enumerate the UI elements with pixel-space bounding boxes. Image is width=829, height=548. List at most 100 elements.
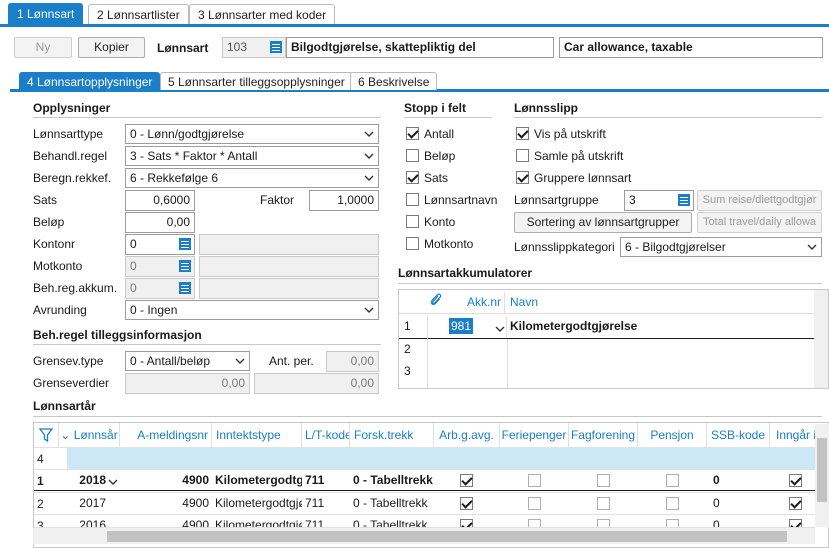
akknr-cell[interactable]: 981 xyxy=(427,316,507,337)
grensev-label: Grensev.type xyxy=(33,354,104,368)
stopp-belop-checkbox[interactable] xyxy=(406,149,419,162)
ltkode-cell[interactable]: 711 xyxy=(302,470,350,491)
col-navn-header[interactable]: Navn xyxy=(510,292,710,313)
samle-label: Samle på utskrift xyxy=(534,149,624,163)
tab-lonnsart[interactable]: 1 Lønnsart xyxy=(8,3,84,24)
filter-icon[interactable] xyxy=(34,423,59,447)
section-title-akkumulatorer: Lønnsartakkumulatorer xyxy=(398,266,533,280)
table-vertical-scrollbar[interactable] xyxy=(815,424,829,527)
lonnsar-cell[interactable]: 2017 xyxy=(59,493,120,514)
chevron-down-icon xyxy=(364,305,374,315)
grense1-input[interactable]: 0,00 xyxy=(125,373,250,394)
table-row[interactable]: 1 2018 4900 Kilometergodtg 711 0 - Tabel… xyxy=(34,469,828,491)
lookup-icon[interactable] xyxy=(177,280,193,296)
kontonr-name xyxy=(199,234,379,255)
pensjon-checkbox[interactable] xyxy=(666,474,679,487)
tab-beskrivelse[interactable]: 6 Beskrivelse xyxy=(350,72,438,90)
ltkode-cell[interactable]: 711 xyxy=(302,493,350,514)
arbgavg-checkbox[interactable] xyxy=(460,474,473,487)
inntektstype-cell[interactable]: Kilometergodtgjør xyxy=(212,493,302,514)
kategori-select[interactable]: 6 - Bilgodtgjørelser xyxy=(620,237,822,257)
scroll-thumb[interactable] xyxy=(107,531,787,542)
scroll-thumb[interactable] xyxy=(817,438,827,502)
feriepenger-checkbox[interactable] xyxy=(528,497,541,510)
beregn-select[interactable]: 6 - Rekkefølge 6 xyxy=(125,168,379,188)
feriepenger-checkbox[interactable] xyxy=(528,474,541,487)
grensev-value: 0 - Antall/beløp xyxy=(130,354,211,368)
lookup-icon[interactable] xyxy=(268,39,284,55)
lonnsarttype-select[interactable]: 0 - Lønn/godtgjørelse xyxy=(125,124,379,144)
sum-reise-button[interactable]: Sum reise/diettgodtgjør xyxy=(697,190,822,211)
stopp-antall-label: Antall xyxy=(424,127,455,141)
col-feriepenger-header[interactable]: Feriepenger xyxy=(500,423,569,447)
grid-scrollbar[interactable] xyxy=(814,290,828,388)
behreg-label: Beh.reg.akkum. xyxy=(33,281,118,295)
sortering-button[interactable]: Sortering av lønnsartgrupper xyxy=(514,212,692,233)
col-lonnsar-header[interactable]: ⌄ Lønnsår xyxy=(59,423,120,447)
gruppe-label: Lønnsartgruppe xyxy=(514,193,599,207)
copy-button[interactable]: Kopier xyxy=(78,37,145,58)
ssbkode-cell[interactable]: 0 xyxy=(710,493,770,514)
lonnsart-name-no[interactable]: Bilgodtgjørelse, skattepliktig del xyxy=(286,37,554,58)
inngar-checkbox[interactable] xyxy=(789,497,802,510)
stopp-lonnsartnavn-checkbox[interactable] xyxy=(406,193,419,206)
grensev-select[interactable]: 0 - Antall/beløp xyxy=(125,351,250,371)
stopp-sats-checkbox[interactable] xyxy=(406,171,419,184)
grense2-input[interactable]: 0,00 xyxy=(254,373,379,394)
total-travel-button[interactable]: Total travel/daily allowa xyxy=(697,212,822,233)
amelding-cell[interactable]: 4900 xyxy=(120,470,212,491)
lookup-icon[interactable] xyxy=(177,258,193,274)
col-pensjon-header[interactable]: Pensjon xyxy=(638,423,707,447)
forsktrekk-cell[interactable]: 0 - Tabelltrekk xyxy=(350,470,434,491)
row-number: 1 xyxy=(404,319,411,333)
col-fagforening-header[interactable]: Fagforening xyxy=(569,423,638,447)
chevron-down-icon xyxy=(235,356,245,366)
behandl-select[interactable]: 3 - Sats * Faktor * Antall xyxy=(125,146,379,166)
stopp-konto-checkbox[interactable] xyxy=(406,215,419,228)
vis-checkbox[interactable] xyxy=(516,127,529,140)
lonnsart-name-en[interactable]: Car allowance, taxable xyxy=(559,37,823,58)
table-row[interactable]: 2 2017 4900 Kilometergodtgjør 711 0 - Ta… xyxy=(34,492,828,514)
chevron-down-icon[interactable] xyxy=(495,320,505,337)
stopp-motkonto-checkbox[interactable] xyxy=(406,237,419,250)
sats-input[interactable]: 0,6000 xyxy=(125,190,195,211)
col-forsktrekk-header[interactable]: Forsk.trekk xyxy=(350,423,434,447)
faktor-input[interactable]: 1,0000 xyxy=(309,190,379,211)
kategori-value: 6 - Bilgodtgjørelser xyxy=(625,240,726,254)
stopp-belop-label: Beløp xyxy=(424,149,456,163)
gruppere-checkbox[interactable] xyxy=(516,171,529,184)
lookup-icon[interactable] xyxy=(177,236,193,252)
lonnsarttype-label: Lønnsarttype xyxy=(33,127,104,141)
pensjon-checkbox[interactable] xyxy=(666,497,679,510)
stopp-lonnsartnavn-label: Lønnsartnavn xyxy=(424,193,498,207)
col-amelding-header[interactable]: A-meldingsnr xyxy=(120,423,212,447)
table-horizontal-scrollbar[interactable] xyxy=(33,527,815,544)
tab-lonnsarter-med-koder[interactable]: 3 Lønnsarter med koder xyxy=(189,4,336,24)
antper-input[interactable]: 0,00 xyxy=(326,351,379,372)
lookup-icon[interactable] xyxy=(676,192,692,208)
col-arbgavg-header[interactable]: Arb.g.avg. xyxy=(434,423,500,447)
inngar-checkbox[interactable] xyxy=(789,474,802,487)
belop-input[interactable]: 0,00 xyxy=(125,212,195,233)
fagforening-checkbox[interactable] xyxy=(597,497,610,510)
tab-lonnsartopplysninger[interactable]: 4 Lønnsartopplysninger xyxy=(19,72,161,90)
tab-lonnsarter-tilleggsopplysninger[interactable]: 5 Lønnsarter tilleggsopplysninger xyxy=(160,72,353,90)
new-button[interactable]: Ny xyxy=(14,37,72,58)
inntektstype-cell[interactable]: Kilometergodtg xyxy=(212,470,302,491)
col-akknr-header[interactable]: Akk.nr xyxy=(449,292,505,313)
col-ssbkode-header[interactable]: SSB-kode xyxy=(707,423,770,447)
avrunding-select[interactable]: 0 - Ingen xyxy=(125,300,379,320)
tab-lonnsartlister[interactable]: 2 Lønnsartlister xyxy=(88,4,189,24)
col-ltkode-header[interactable]: L/T-kode xyxy=(302,423,350,447)
fagforening-checkbox[interactable] xyxy=(597,474,610,487)
forsktrekk-cell[interactable]: 0 - Tabelltrekk xyxy=(350,493,434,514)
filter-row[interactable]: 4 xyxy=(34,447,828,470)
stopp-antall-checkbox[interactable] xyxy=(406,127,419,140)
col-inntektstype-header[interactable]: Inntektstype xyxy=(212,423,302,447)
samle-checkbox[interactable] xyxy=(516,149,529,162)
ssbkode-cell[interactable]: 0 xyxy=(710,470,770,491)
amelding-cell[interactable]: 4900 xyxy=(120,493,212,514)
arbgavg-checkbox[interactable] xyxy=(460,497,473,510)
faktor-label: Faktor xyxy=(260,193,295,207)
chevron-down-icon[interactable] xyxy=(108,476,118,490)
